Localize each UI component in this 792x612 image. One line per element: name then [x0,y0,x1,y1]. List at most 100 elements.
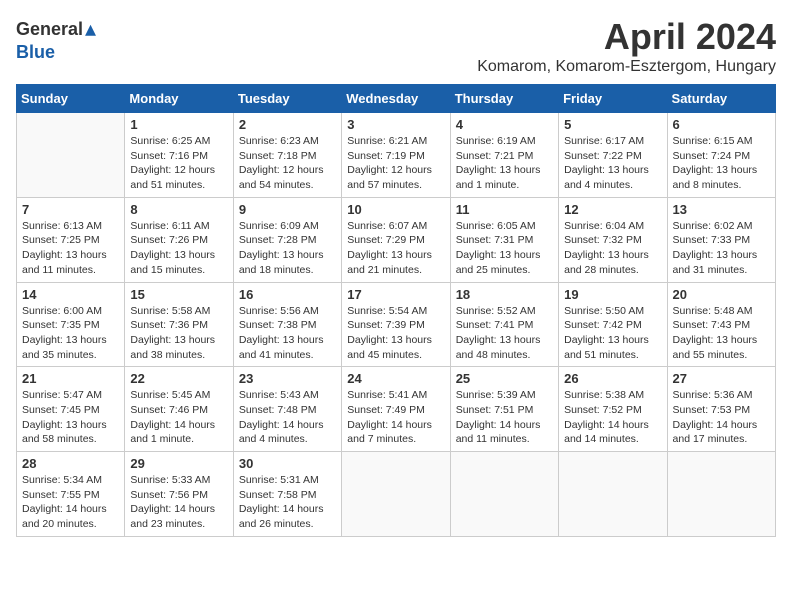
day-info: Sunrise: 5:54 AMSunset: 7:39 PMDaylight:… [347,304,444,363]
day-number: 14 [22,287,119,302]
calendar-cell: 26 Sunrise: 5:38 AMSunset: 7:52 PMDayligh… [559,367,667,452]
calendar-cell: 9 Sunrise: 6:09 AMSunset: 7:28 PMDaylight… [233,197,341,282]
day-info: Sunrise: 6:04 AMSunset: 7:32 PMDaylight:… [564,219,661,278]
calendar-cell: 28Sunrise: 5:34 AMSunset: 7:55 PMDayligh… [17,452,125,537]
day-number: 26 [564,371,661,386]
weekday-header-sunday: Sunday [17,85,125,113]
calendar-cell: 17Sunrise: 5:54 AMSunset: 7:39 PMDayligh… [342,282,450,367]
calendar-cell: 24 Sunrise: 5:41 AMSunset: 7:49 PMDayligh… [342,367,450,452]
day-number: 30 [239,456,336,471]
day-info: Sunrise: 6:09 AMSunset: 7:28 PMDaylight:… [239,219,336,278]
day-info: Sunrise: 6:23 AMSunset: 7:18 PMDaylight:… [239,134,336,193]
calendar-cell: 5Sunrise: 6:17 AMSunset: 7:22 PMDaylight… [559,113,667,198]
calendar-cell: 6Sunrise: 6:15 AMSunset: 7:24 PMDaylight… [667,113,775,198]
logo-blue-text: Blue [16,42,55,63]
calendar-header: SundayMondayTuesdayWednesdayThursdayFrid… [17,85,776,113]
day-info: Sunrise: 6:00 AMSunset: 7:35 PMDaylight:… [22,304,119,363]
day-info: Sunrise: 5:45 AMSunset: 7:46 PMDaylight:… [130,388,227,447]
day-number: 16 [239,287,336,302]
day-number: 11 [456,202,553,217]
day-info: Sunrise: 6:21 AMSunset: 7:19 PMDaylight:… [347,134,444,193]
calendar-cell: 21 Sunrise: 5:47 AMSunset: 7:45 PMDayligh… [17,367,125,452]
day-info: Sunrise: 6:13 AMSunset: 7:25 PMDaylight:… [22,219,119,278]
calendar-cell: 15 Sunrise: 5:58 AMSunset: 7:36 PMDayligh… [125,282,233,367]
day-number: 7 [22,202,119,217]
calendar-cell: 20Sunrise: 5:48 AMSunset: 7:43 PMDayligh… [667,282,775,367]
day-info: Sunrise: 6:19 AMSunset: 7:21 PMDaylight:… [456,134,553,193]
day-number: 29 [130,456,227,471]
day-number: 19 [564,287,661,302]
day-number: 2 [239,117,336,132]
day-number: 1 [130,117,227,132]
day-number: 22 [130,371,227,386]
calendar-cell: 1 Sunrise: 6:25 AMSunset: 7:16 PMDaylight… [125,113,233,198]
calendar-cell: 10 Sunrise: 6:07 AMSunset: 7:29 PMDayligh… [342,197,450,282]
day-number: 24 [347,371,444,386]
day-info: Sunrise: 6:11 AMSunset: 7:26 PMDaylight:… [130,219,227,278]
calendar-cell: 12 Sunrise: 6:04 AMSunset: 7:32 PMDayligh… [559,197,667,282]
day-info: Sunrise: 5:34 AMSunset: 7:55 PMDaylight:… [22,473,119,532]
calendar-cell [667,452,775,537]
weekday-header-saturday: Saturday [667,85,775,113]
calendar-week-1: 1 Sunrise: 6:25 AMSunset: 7:16 PMDaylight… [17,113,776,198]
location-title: Komarom, Komarom-Esztergom, Hungary [477,58,776,76]
title-block: April 2024 Komarom, Komarom-Esztergom, H… [477,16,776,76]
calendar-cell: 11 Sunrise: 6:05 AMSunset: 7:31 PMDayligh… [450,197,558,282]
calendar-cell: 19Sunrise: 5:50 AMSunset: 7:42 PMDayligh… [559,282,667,367]
calendar-cell [559,452,667,537]
day-info: Sunrise: 6:25 AMSunset: 7:16 PMDaylight:… [130,134,227,193]
day-info: Sunrise: 5:36 AMSunset: 7:53 PMDaylight:… [673,388,770,447]
page-header: General ▴ Blue April 2024 Komarom, Komar… [16,16,776,76]
calendar-cell: 22 Sunrise: 5:45 AMSunset: 7:46 PMDayligh… [125,367,233,452]
calendar-week-3: 14 Sunrise: 6:00 AMSunset: 7:35 PMDayligh… [17,282,776,367]
day-info: Sunrise: 5:56 AMSunset: 7:38 PMDaylight:… [239,304,336,363]
logo: General ▴ Blue [16,16,96,63]
day-info: Sunrise: 5:41 AMSunset: 7:49 PMDaylight:… [347,388,444,447]
day-number: 8 [130,202,227,217]
day-info: Sunrise: 5:31 AMSunset: 7:58 PMDaylight:… [239,473,336,532]
calendar-cell: 29 Sunrise: 5:33 AMSunset: 7:56 PMDayligh… [125,452,233,537]
calendar-cell [17,113,125,198]
day-info: Sunrise: 5:47 AMSunset: 7:45 PMDaylight:… [22,388,119,447]
day-number: 9 [239,202,336,217]
day-number: 15 [130,287,227,302]
calendar-cell: 13 Sunrise: 6:02 AMSunset: 7:33 PMDayligh… [667,197,775,282]
day-info: Sunrise: 5:38 AMSunset: 7:52 PMDaylight:… [564,388,661,447]
calendar-cell: 30 Sunrise: 5:31 AMSunset: 7:58 PMDayligh… [233,452,341,537]
day-info: Sunrise: 5:52 AMSunset: 7:41 PMDaylight:… [456,304,553,363]
calendar-cell: 16 Sunrise: 5:56 AMSunset: 7:38 PMDayligh… [233,282,341,367]
calendar-cell: 2 Sunrise: 6:23 AMSunset: 7:18 PMDaylight… [233,113,341,198]
logo-general-text: General [16,19,83,40]
day-number: 23 [239,371,336,386]
day-number: 5 [564,117,661,132]
day-number: 13 [673,202,770,217]
calendar-cell: 4Sunrise: 6:19 AMSunset: 7:21 PMDaylight… [450,113,558,198]
month-title: April 2024 [477,16,776,58]
day-info: Sunrise: 5:43 AMSunset: 7:48 PMDaylight:… [239,388,336,447]
day-number: 12 [564,202,661,217]
day-number: 10 [347,202,444,217]
day-number: 21 [22,371,119,386]
day-number: 27 [673,371,770,386]
day-info: Sunrise: 5:58 AMSunset: 7:36 PMDaylight:… [130,304,227,363]
weekday-row: SundayMondayTuesdayWednesdayThursdayFrid… [17,85,776,113]
weekday-header-thursday: Thursday [450,85,558,113]
day-info: Sunrise: 6:02 AMSunset: 7:33 PMDaylight:… [673,219,770,278]
calendar-cell: 23 Sunrise: 5:43 AMSunset: 7:48 PMDayligh… [233,367,341,452]
weekday-header-wednesday: Wednesday [342,85,450,113]
day-info: Sunrise: 5:33 AMSunset: 7:56 PMDaylight:… [130,473,227,532]
calendar-cell: 27 Sunrise: 5:36 AMSunset: 7:53 PMDayligh… [667,367,775,452]
day-info: Sunrise: 6:05 AMSunset: 7:31 PMDaylight:… [456,219,553,278]
calendar-cell: 18Sunrise: 5:52 AMSunset: 7:41 PMDayligh… [450,282,558,367]
day-info: Sunrise: 6:15 AMSunset: 7:24 PMDaylight:… [673,134,770,193]
day-number: 25 [456,371,553,386]
weekday-header-friday: Friday [559,85,667,113]
calendar-week-4: 21 Sunrise: 5:47 AMSunset: 7:45 PMDayligh… [17,367,776,452]
calendar-cell [450,452,558,537]
day-number: 3 [347,117,444,132]
day-info: Sunrise: 5:48 AMSunset: 7:43 PMDaylight:… [673,304,770,363]
calendar-cell: 14 Sunrise: 6:00 AMSunset: 7:35 PMDayligh… [17,282,125,367]
day-info: Sunrise: 6:07 AMSunset: 7:29 PMDaylight:… [347,219,444,278]
calendar-week-2: 7 Sunrise: 6:13 AMSunset: 7:25 PMDaylight… [17,197,776,282]
calendar-cell: 7 Sunrise: 6:13 AMSunset: 7:25 PMDaylight… [17,197,125,282]
